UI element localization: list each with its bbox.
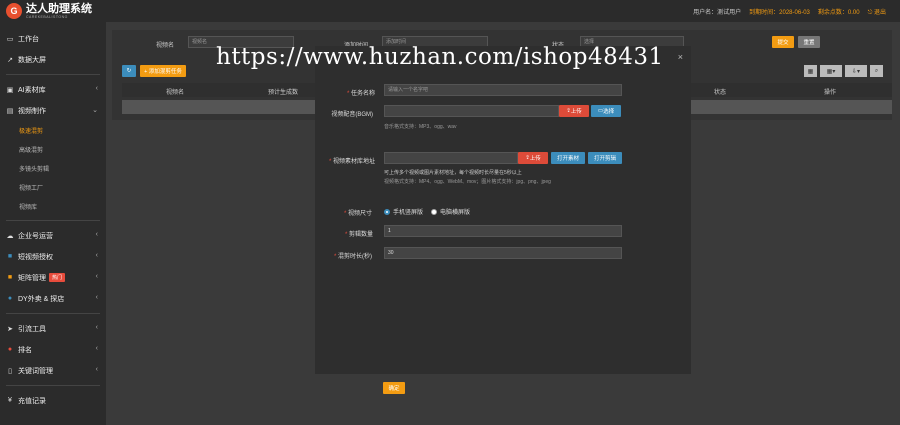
grid-icon: ■ bbox=[7, 253, 13, 260]
duration-label: * 混剪时长(秒) bbox=[333, 254, 372, 260]
yen-icon: ¥ bbox=[8, 397, 12, 404]
confirm-button[interactable]: 确定 bbox=[383, 382, 405, 394]
sidebar-item-ranking[interactable]: ● 排名 ‹ bbox=[0, 339, 106, 360]
task-name-label: * 任务名称 bbox=[346, 91, 375, 97]
chevron-down-icon: ⌄ bbox=[92, 107, 98, 114]
logo-icon: G bbox=[6, 3, 22, 19]
duration-input[interactable]: 30 bbox=[384, 247, 622, 259]
user-label: 用户名：测试用户 bbox=[693, 10, 742, 16]
send-icon: ➤ bbox=[7, 325, 13, 333]
chevron-left-icon: ‹ bbox=[95, 85, 98, 92]
folder-icon: ■ bbox=[7, 274, 13, 281]
size-option-portrait[interactable]: 手机竖屏版 bbox=[384, 207, 423, 216]
sidebar-item-enterprise[interactable]: ☁ 企业号运营 ‹ bbox=[0, 225, 106, 246]
sidebar-sub-fast-mix[interactable]: 极速混剪 bbox=[0, 121, 106, 140]
columns-icon[interactable]: ▦▾ bbox=[820, 65, 842, 77]
app-title: 达人助理系统 bbox=[26, 2, 92, 15]
cloud-icon: ☁ bbox=[6, 232, 14, 240]
bgm-upload-button[interactable]: ⇪ 上传 bbox=[559, 105, 589, 117]
grid-view-icon[interactable]: ▦ bbox=[804, 65, 817, 77]
radio-unselected-icon bbox=[431, 208, 437, 215]
open-clip-button[interactable]: 打开剪辑 bbox=[588, 152, 622, 164]
sidebar-item-recharge[interactable]: ¥ 充值记录 bbox=[0, 390, 106, 411]
submit-button[interactable]: 提交 bbox=[772, 36, 794, 48]
reset-button[interactable]: 重置 bbox=[798, 36, 820, 48]
task-name-input[interactable]: 请输入一个名字吧 bbox=[384, 84, 622, 96]
sidebar-item-dashboard[interactable]: ▭ 工作台 bbox=[0, 28, 106, 49]
filter-name-label: 视频名 bbox=[156, 43, 175, 49]
open-material-button[interactable]: 打开素材 bbox=[551, 152, 585, 164]
chevron-left-icon: ‹ bbox=[95, 273, 98, 280]
bgm-hint: 音乐格式支持：MP3、ogg、wav bbox=[384, 124, 457, 130]
sidebar-item-traffic[interactable]: ➤ 引流工具 ‹ bbox=[0, 318, 106, 339]
refresh-icon[interactable]: ↻ bbox=[122, 65, 136, 77]
count-input[interactable]: 1 bbox=[384, 225, 622, 237]
sidebar-sub-advanced-mix[interactable]: 高级混剪 bbox=[0, 140, 106, 159]
weibo-icon: ● bbox=[7, 346, 13, 353]
sidebar-item-matrix[interactable]: ■ 矩阵管理 热门 ‹ bbox=[0, 267, 106, 288]
chart-icon: ↗ bbox=[7, 56, 13, 64]
chevron-left-icon: ‹ bbox=[95, 252, 98, 259]
top-bar: G 达人助理系统 CAREKEBALISTONG 用户名：测试用户 到期时间：2… bbox=[0, 0, 900, 22]
radio-selected-icon bbox=[384, 208, 390, 215]
logo[interactable]: G 达人助理系统 CAREKEBALISTONG bbox=[6, 3, 92, 19]
search-icon[interactable]: ⌕ bbox=[870, 65, 883, 77]
count-label: * 剪辑数量 bbox=[344, 232, 373, 238]
folder-icon: ▣ bbox=[6, 86, 14, 94]
material-label: * 视频素材库地址 bbox=[328, 159, 375, 165]
material-hint-2: 视频格式支持：MP4、ogg、WebM、mov；图片格式支持：jpg、png、j… bbox=[384, 179, 551, 185]
material-hint-1: 可上传多个视频或图片素材地址，每个视频时长尽量在5秒以上 bbox=[384, 170, 522, 176]
sidebar-sub-video-factory[interactable]: 视频工厂 bbox=[0, 178, 106, 197]
add-task-button[interactable]: + 添加混剪任务 bbox=[140, 65, 186, 77]
chevron-left-icon: ‹ bbox=[95, 294, 98, 301]
bgm-choose-button[interactable]: ▭ 选择 bbox=[591, 105, 621, 117]
sidebar-item-keywords[interactable]: ▯ 关键词管理 ‹ bbox=[0, 360, 106, 381]
hot-badge: 热门 bbox=[49, 273, 66, 282]
watermark-text: https://www.huzhan.com/ishop48431 bbox=[216, 44, 664, 70]
sidebar-item-video-making[interactable]: ▤ 视频制作 ⌄ bbox=[0, 100, 106, 121]
logout-link[interactable]: ⎋ 退出 bbox=[868, 7, 886, 17]
modal-footer: 确定 bbox=[315, 374, 691, 402]
chevron-left-icon: ‹ bbox=[95, 366, 98, 373]
file-icon: ▯ bbox=[8, 367, 12, 375]
globe-icon: ● bbox=[7, 295, 13, 302]
expiry-label: 到期时间：2028-06-03 bbox=[749, 10, 810, 16]
bgm-label: 视频配音(BGM) bbox=[331, 112, 373, 118]
add-task-modal: × * 任务名称 请输入一个名字吧 视频配音(BGM) ⇪ 上传 ▭ 选择 音乐… bbox=[315, 46, 691, 402]
chevron-left-icon: ‹ bbox=[95, 231, 98, 238]
col-actions: 操作 bbox=[824, 90, 837, 96]
material-input[interactable] bbox=[384, 152, 518, 164]
col-video-name: 视频名 bbox=[166, 90, 185, 96]
sidebar-item-auth[interactable]: ■ 短视频授权 ‹ bbox=[0, 246, 106, 267]
sidebar-item-ai-library[interactable]: ▣ AI素材库 ‹ bbox=[0, 79, 106, 100]
material-upload-button[interactable]: ⇪ 上传 bbox=[518, 152, 548, 164]
desktop-icon: ▭ bbox=[6, 35, 14, 43]
sidebar-sub-video-library[interactable]: 视频库 bbox=[0, 197, 106, 216]
sidebar-item-data-screen[interactable]: ↗ 数据大屏 bbox=[0, 49, 106, 70]
size-option-landscape[interactable]: 电脑横屏版 bbox=[431, 207, 470, 216]
film-icon: ▤ bbox=[6, 107, 14, 115]
chevron-left-icon: ‹ bbox=[95, 345, 98, 352]
chevron-left-icon: ‹ bbox=[95, 324, 98, 331]
sidebar-item-dy-takeout[interactable]: ● DY外卖 & 探店 ‹ bbox=[0, 288, 106, 309]
sidebar: ▭ 工作台 ↗ 数据大屏 ▣ AI素材库 ‹ ▤ 视频制作 ⌄ 极速混剪 高级混剪 多镜头剪… bbox=[0, 22, 106, 425]
close-icon[interactable]: × bbox=[678, 52, 683, 62]
col-status: 状态 bbox=[714, 90, 727, 96]
bgm-input[interactable] bbox=[384, 105, 559, 117]
balance-label: 剩余点数：0.00 bbox=[817, 10, 860, 16]
col-expected-count: 预计生成数 bbox=[268, 90, 299, 96]
app-subtitle: CAREKEBALISTONG bbox=[26, 14, 68, 19]
sidebar-sub-multi-cam[interactable]: 多镜头剪辑 bbox=[0, 159, 106, 178]
export-icon[interactable]: ⇩▾ bbox=[845, 65, 867, 77]
size-label: * 视频尺寸 bbox=[343, 211, 372, 217]
